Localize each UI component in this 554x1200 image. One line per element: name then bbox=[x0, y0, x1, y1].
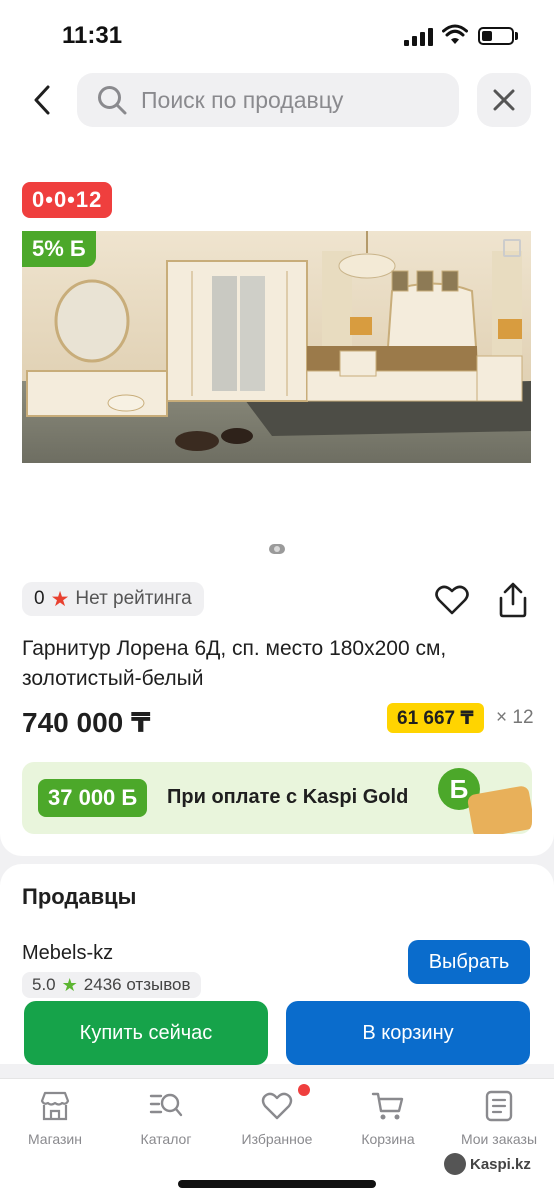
nav-item-store[interactable]: Магазин bbox=[5, 1089, 105, 1147]
battery-icon bbox=[478, 27, 514, 45]
seller-rating: 5.0 ★ 2436 отзывов bbox=[22, 972, 201, 998]
monthly-multiplier: × 12 bbox=[496, 707, 534, 728]
close-icon bbox=[493, 89, 515, 111]
bonus-amount: 37 000 Б bbox=[38, 779, 148, 817]
status-bar: 11:31 bbox=[0, 0, 554, 70]
star-icon: ★ bbox=[50, 587, 70, 611]
watermark-text: Kaspi.kz bbox=[470, 1155, 531, 1173]
chevron-left-icon bbox=[34, 85, 50, 115]
nav-item-favorites[interactable]: Избранное bbox=[227, 1089, 327, 1147]
product-title: Гарнитур Лорена 6Д, сп. место 180x200 см… bbox=[22, 637, 447, 690]
nav-item-catalog[interactable]: Каталог bbox=[116, 1089, 216, 1147]
monthly-payment-badge: 61 667 ₸ bbox=[387, 703, 484, 733]
close-button[interactable] bbox=[477, 73, 531, 127]
nav-label: Каталог bbox=[140, 1131, 192, 1147]
nav-label: Мои заказы bbox=[460, 1131, 538, 1147]
catalog-icon bbox=[149, 1093, 183, 1117]
orders-icon bbox=[485, 1090, 513, 1122]
choose-seller-button[interactable]: Выбрать bbox=[408, 940, 530, 984]
carousel-dots bbox=[269, 544, 285, 554]
product-price: 740 000 ₸ bbox=[22, 707, 151, 738]
product-card: 0•0•12 5% Б 0 ★ Нет рейтинга Гарнитур Ло… bbox=[0, 140, 554, 856]
add-to-cart-button[interactable]: В корзину bbox=[286, 1001, 530, 1065]
search-bar[interactable] bbox=[77, 73, 459, 127]
share-icon bbox=[499, 582, 527, 618]
fullscreen-icon[interactable] bbox=[503, 239, 521, 257]
favorite-button[interactable] bbox=[434, 584, 470, 621]
discount-badge: 5% Б bbox=[22, 231, 96, 267]
nav-label: Магазин bbox=[27, 1131, 82, 1147]
kaspi-watermark: Kaspi.kz bbox=[444, 1153, 531, 1175]
seller-rating-value: 5.0 bbox=[32, 975, 56, 994]
search-input[interactable] bbox=[141, 86, 431, 114]
star-icon: ★ bbox=[61, 974, 78, 995]
favorites-notification-dot bbox=[298, 1084, 310, 1096]
rating-pill[interactable]: 0 ★ Нет рейтинга bbox=[22, 582, 204, 616]
nav-label: Корзина bbox=[361, 1131, 415, 1147]
seller-reviews: 2436 отзывов bbox=[83, 975, 191, 994]
product-image[interactable] bbox=[22, 231, 531, 463]
kaspi-gold-banner[interactable]: 37 000 Б При оплате с Kaspi Gold Б bbox=[22, 762, 532, 834]
share-button[interactable] bbox=[496, 582, 530, 623]
rating-text: Нет рейтинга bbox=[75, 588, 192, 609]
bedroom-set-photo bbox=[22, 231, 531, 463]
heart-icon bbox=[435, 585, 469, 615]
cart-icon bbox=[371, 1092, 404, 1120]
home-indicator bbox=[178, 1180, 376, 1188]
store-icon bbox=[40, 1091, 70, 1121]
kaspi-gold-text: При оплате с Kaspi Gold bbox=[167, 786, 409, 808]
seller-name[interactable]: Mebels-kz bbox=[22, 942, 113, 965]
nav-item-cart[interactable]: Корзина bbox=[338, 1089, 438, 1147]
nav-label: Избранное bbox=[241, 1131, 313, 1147]
nav-item-orders[interactable]: Мои заказы bbox=[449, 1089, 549, 1147]
buy-now-button[interactable]: Купить сейчас bbox=[24, 1001, 268, 1065]
rating-count: 0 bbox=[34, 588, 45, 609]
status-time: 11:31 bbox=[62, 22, 123, 49]
signal-icon bbox=[404, 28, 434, 46]
search-icon bbox=[98, 86, 127, 115]
battery-tip bbox=[515, 32, 518, 40]
header bbox=[0, 70, 554, 140]
back-button[interactable] bbox=[24, 82, 60, 118]
heart-icon bbox=[261, 1092, 293, 1120]
sellers-title: Продавцы bbox=[22, 884, 137, 909]
installment-badge: 0•0•12 bbox=[22, 182, 113, 218]
wifi-icon bbox=[442, 24, 468, 44]
kaspi-logo-icon bbox=[444, 1153, 466, 1175]
